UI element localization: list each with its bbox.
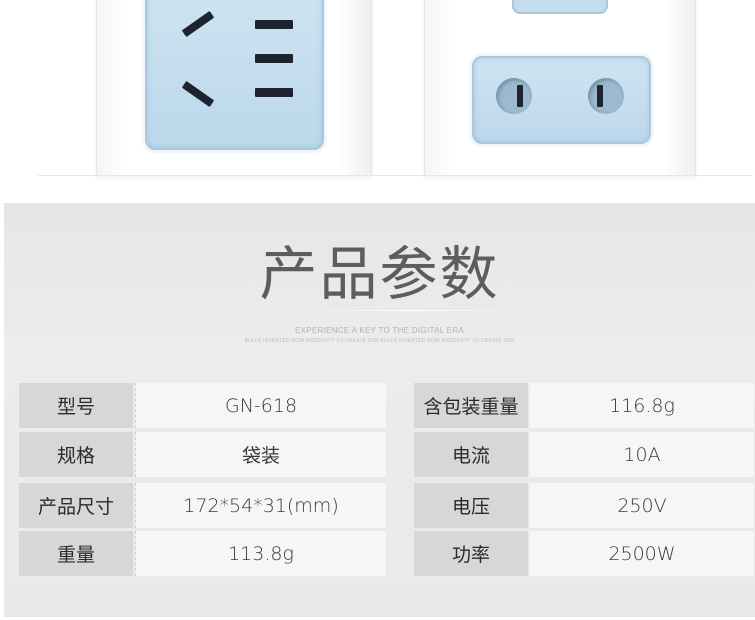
spec-panel: 产品参数 EXPERIENCE A KEY TO THE DIGITAL ERA… xyxy=(4,203,755,617)
spec-value: 116.8g xyxy=(530,383,754,428)
spec-label: 型号 xyxy=(19,383,133,428)
tagline-main: EXPERIENCE A KEY TO THE DIGITAL ERA xyxy=(294,326,465,335)
title-divider xyxy=(294,310,534,311)
tagline-sub: BULLS INSERTED ROW INGENUITY TO CREATE U… xyxy=(244,338,515,344)
pin-slot-icon xyxy=(517,85,523,107)
flat-slot-icon xyxy=(255,88,293,97)
angled-slot-icon xyxy=(181,10,215,38)
spec-row-current: 电流 10A xyxy=(414,432,754,477)
spec-value: 250V xyxy=(530,483,754,528)
two-pin-socket-icon xyxy=(472,56,651,144)
flat-slot-icon xyxy=(255,20,293,29)
round-hole-icon xyxy=(496,78,532,114)
spec-label: 含包装重量 xyxy=(414,383,528,428)
divider xyxy=(38,175,753,176)
angled-slot-icon xyxy=(181,80,215,108)
spec-row-power: 功率 2500W xyxy=(414,531,754,576)
spec-row-weight: 重量 113.8g xyxy=(19,531,386,576)
pin-slot-icon xyxy=(597,85,603,107)
spec-value: 172*54*31(mm) xyxy=(135,483,386,528)
spec-label: 电压 xyxy=(414,483,528,528)
spec-row-dimensions: 产品尺寸 172*54*31(mm) xyxy=(19,483,386,528)
spec-label: 规格 xyxy=(19,432,133,477)
spec-label: 功率 xyxy=(414,531,528,576)
spec-value: 袋装 xyxy=(135,432,386,477)
spec-value: 113.8g xyxy=(135,531,386,576)
spec-label: 产品尺寸 xyxy=(19,483,133,528)
spec-label: 电流 xyxy=(414,432,528,477)
three-pin-socket-icon xyxy=(145,0,324,150)
spec-row-model: 型号 GN-618 xyxy=(19,383,386,428)
product-photo xyxy=(0,0,755,185)
spec-value: 2500W xyxy=(530,531,754,576)
spec-value: 10A xyxy=(530,432,754,477)
spec-title: 产品参数 xyxy=(259,240,500,308)
spec-row-voltage: 电压 250V xyxy=(414,483,754,528)
spec-label: 重量 xyxy=(19,531,133,576)
spec-value: GN-618 xyxy=(135,383,386,428)
socket-edge-icon xyxy=(512,0,608,14)
spec-row-packaging: 规格 袋装 xyxy=(19,432,386,477)
round-hole-icon xyxy=(588,78,624,114)
spec-row-packed-weight: 含包装重量 116.8g xyxy=(414,383,754,428)
flat-slot-icon xyxy=(255,54,293,63)
